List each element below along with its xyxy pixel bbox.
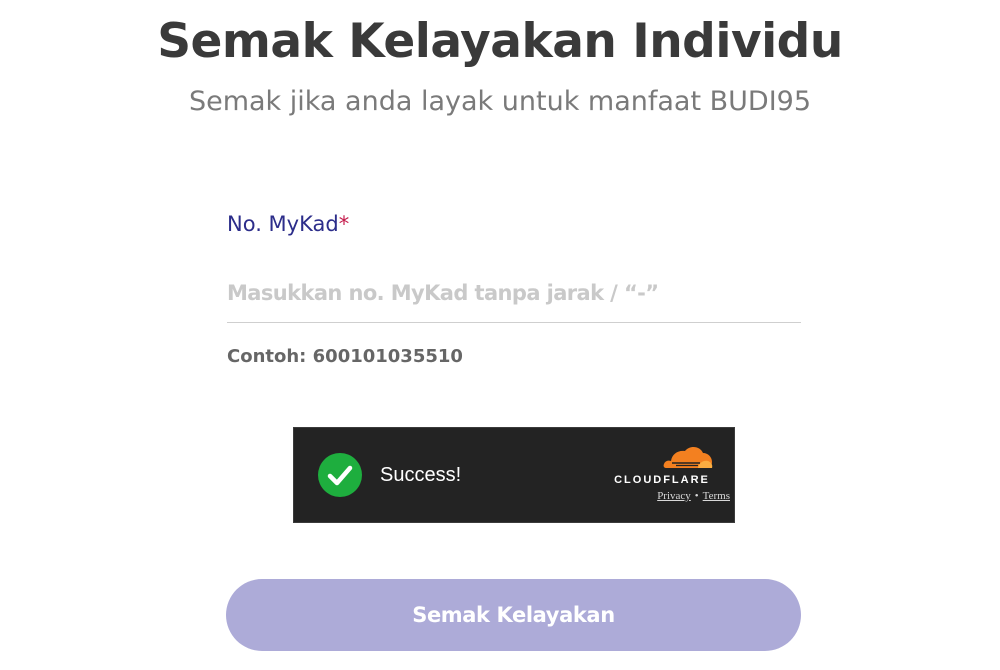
mykad-example-hint: Contoh: 600101035510 bbox=[227, 346, 463, 367]
cloudflare-cloud-icon bbox=[663, 447, 713, 468]
cloudflare-turnstile-widget[interactable]: Success! CLOUDFLARE Privacy • Terms bbox=[293, 427, 735, 523]
page-title: Semak Kelayakan Individu bbox=[157, 14, 843, 69]
page: Semak Kelayakan Individu Semak jika anda… bbox=[0, 0, 1000, 670]
mykad-label: No. MyKad* bbox=[227, 212, 349, 236]
captcha-status-text: Success! bbox=[380, 464, 462, 486]
mykad-input[interactable] bbox=[227, 264, 801, 323]
cloudflare-links: Privacy • Terms bbox=[604, 490, 730, 502]
check-circle-icon bbox=[318, 453, 362, 497]
check-eligibility-button[interactable]: Semak Kelayakan bbox=[226, 579, 801, 651]
mykad-label-text: No. MyKad bbox=[227, 212, 339, 236]
page-subtitle: Semak jika anda layak untuk manfaat BUDI… bbox=[188, 86, 812, 117]
privacy-link[interactable]: Privacy bbox=[657, 490, 691, 502]
cloudflare-brand-text: CLOUDFLARE bbox=[614, 474, 710, 486]
required-asterisk: * bbox=[338, 212, 350, 236]
terms-link[interactable]: Terms bbox=[703, 490, 730, 502]
link-separator: • bbox=[694, 490, 699, 502]
